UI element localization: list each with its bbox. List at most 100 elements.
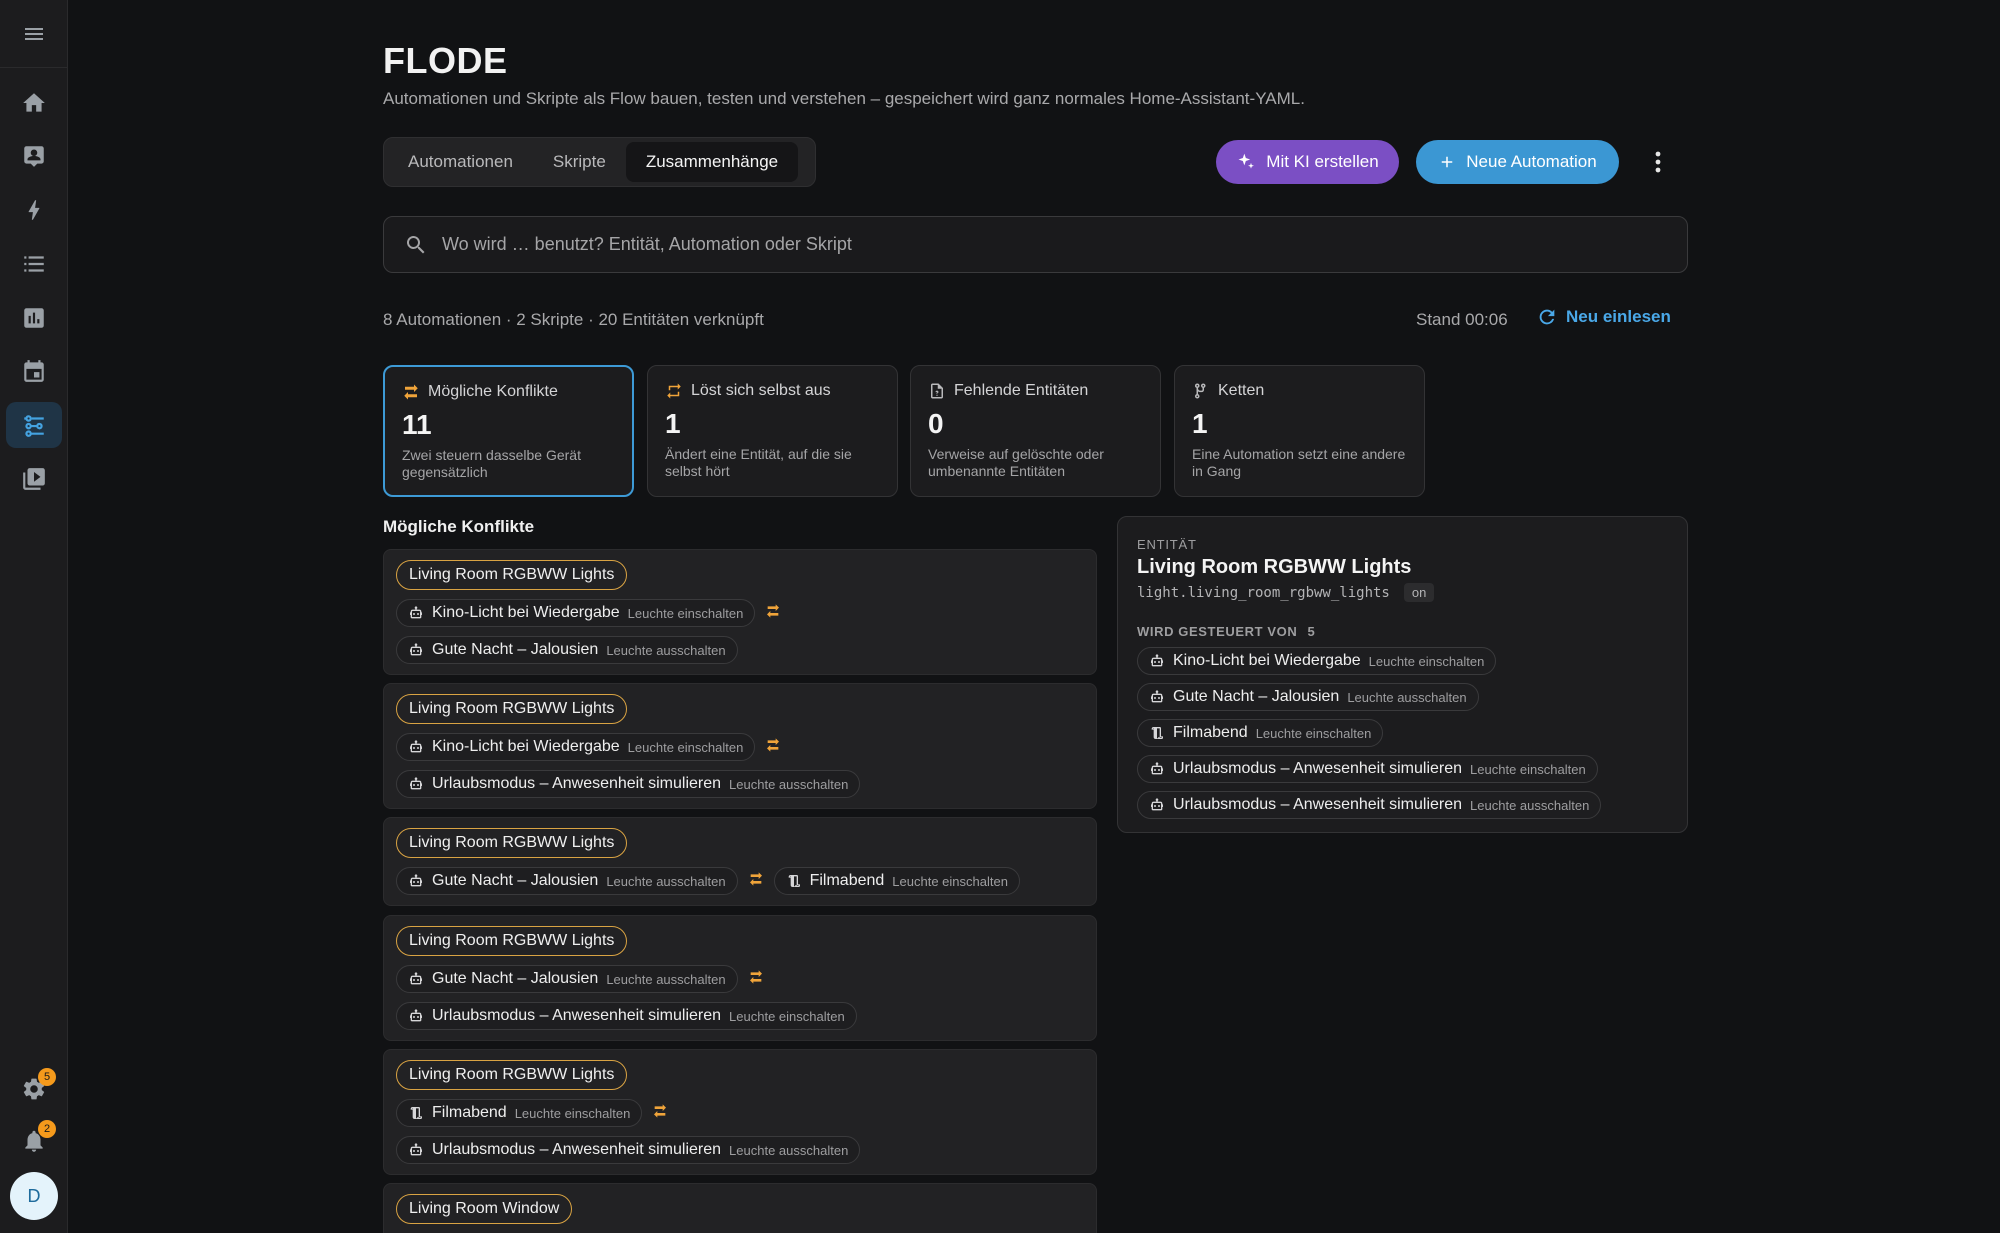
controller-action: Leuchte ausschalten	[1347, 689, 1467, 705]
menu-button[interactable]	[0, 0, 68, 68]
card-self-trigger[interactable]: Löst sich selbst aus 1 Ändert eine Entit…	[647, 365, 898, 497]
lightning-icon	[28, 200, 40, 220]
controller-action: Leuchte einschalten	[1255, 725, 1372, 741]
card-chains-title: Ketten	[1218, 382, 1265, 399]
new-automation-label: Neue Automation	[1466, 152, 1597, 171]
robot-icon	[410, 606, 422, 619]
automation-chip[interactable]: Gute Nacht – Jalousien Leuchte ausschalt…	[396, 636, 738, 664]
card-self-trigger-title: Löst sich selbst aus	[691, 382, 831, 399]
more-vertical-icon	[1655, 151, 1661, 173]
sidebar-item-settings[interactable]: 5	[6, 1066, 62, 1112]
branch-icon	[1194, 383, 1206, 399]
controller-action: Leuchte ausschalten	[1470, 797, 1590, 813]
automation-chip[interactable]: Gute Nacht – Jalousien Leuchte ausschalt…	[396, 867, 738, 895]
last-update-time: Stand 00:06	[1416, 310, 1508, 329]
card-conflicts[interactable]: Mögliche Konflikte 11 Zwei steuern dasse…	[383, 365, 634, 497]
controller-chip[interactable]: Gute Nacht – Jalousien Leuchte ausschalt…	[1137, 683, 1479, 711]
script-chip[interactable]: Filmabend Leuchte einschalten	[396, 1099, 643, 1127]
tab-zusammenhaenge[interactable]: Zusammenhänge	[625, 142, 799, 182]
more-options-button[interactable]	[1644, 146, 1672, 178]
controlled-by-count: 5	[1307, 624, 1316, 639]
search-input[interactable]	[442, 234, 1642, 255]
stats-summary: 8 Automationen · 2 Skripte · 20 Entitäte…	[383, 310, 764, 329]
card-chains-value: 1	[1192, 408, 1208, 439]
script-chip[interactable]: Filmabend Leuchte einschalten	[773, 867, 1020, 895]
automation-name: Urlaubsmodus – Anwesenheit simulieren	[432, 1141, 722, 1158]
entity-chip[interactable]: Living Room RGBWW Lights	[396, 560, 628, 590]
avatar[interactable]: D	[10, 1172, 58, 1220]
page-subtitle: Automationen und Skripte als Flow bauen,…	[383, 89, 1305, 108]
automation-action: Leuchte einschalten	[627, 739, 744, 755]
person-card-icon	[24, 146, 44, 167]
script-icon	[410, 1107, 422, 1119]
script-action: Leuchte einschalten	[892, 873, 1008, 889]
conflicts-section-title: Mögliche Konflikte	[383, 517, 535, 536]
sidebar-item-media[interactable]	[6, 456, 62, 502]
entity-chip[interactable]: Living Room Window	[396, 1194, 573, 1224]
sidebar-item-notifications[interactable]: 2	[6, 1118, 62, 1164]
tab-skripte[interactable]: Skripte	[533, 142, 626, 182]
entity-chip[interactable]: Living Room RGBWW Lights	[396, 828, 628, 858]
automation-name: Gute Nacht – Jalousien	[432, 872, 599, 889]
sidebar-item-energy[interactable]	[6, 187, 62, 233]
sparkle-icon	[1238, 153, 1255, 169]
conflict-swap-icon	[748, 969, 764, 989]
controlled-by-heading: WIRD GESTEUERT VON 5	[1137, 624, 1668, 639]
automation-action: Leuchte ausschalten	[729, 1142, 849, 1158]
robot-icon	[410, 643, 422, 656]
new-automation-button[interactable]: Neue Automation	[1416, 140, 1619, 184]
entity-detail-panel: ENTITÄT Living Room RGBWW Lights light.l…	[1117, 516, 1688, 833]
controller-chip[interactable]: Filmabend Leuchte einschalten	[1137, 719, 1384, 747]
tab-automationen[interactable]: Automationen	[388, 142, 533, 182]
robot-icon	[410, 1143, 422, 1156]
card-missing-value: 0	[928, 408, 944, 439]
automation-chip[interactable]: Urlaubsmodus – Anwesenheit simulieren Le…	[396, 1002, 857, 1030]
script-name: Filmabend	[432, 1104, 507, 1121]
controller-chip[interactable]: Urlaubsmodus – Anwesenheit simulieren Le…	[1137, 755, 1598, 783]
sidebar-item-flode[interactable]	[6, 402, 62, 448]
entity-chip[interactable]: Living Room RGBWW Lights	[396, 926, 628, 956]
automation-chip[interactable]: Urlaubsmodus – Anwesenheit simulieren Le…	[396, 1136, 861, 1164]
sidebar-item-history[interactable]	[6, 295, 62, 341]
controller-chip[interactable]: Urlaubsmodus – Anwesenheit simulieren Le…	[1137, 791, 1602, 819]
automation-chip[interactable]: Kino-Licht bei Wiedergabe Leuchte einsch…	[396, 733, 756, 761]
robot-icon	[410, 1009, 422, 1022]
script-icon	[788, 875, 800, 887]
card-self-trigger-value: 1	[665, 408, 681, 439]
conflict-swap-icon	[748, 871, 764, 891]
panel-kicker: ENTITÄT	[1137, 537, 1197, 552]
entity-chip[interactable]: Living Room RGBWW Lights	[396, 1060, 628, 1090]
card-chains[interactable]: Ketten 1 Eine Automation setzt eine ande…	[1174, 365, 1425, 497]
entity-id: light.living_room_rgbww_lights	[1137, 584, 1390, 601]
entity-chip[interactable]: Living Room RGBWW Lights	[396, 694, 628, 724]
automation-name: Kino-Licht bei Wiedergabe	[432, 738, 620, 755]
automation-chip[interactable]: Urlaubsmodus – Anwesenheit simulieren Le…	[396, 770, 861, 798]
sidebar-item-calendar[interactable]	[6, 348, 62, 394]
conflict-group: Living Room RGBWW Lights Filmabend Leuch…	[383, 1049, 1097, 1175]
robot-icon	[1151, 762, 1163, 775]
sidebar-item-person[interactable]	[6, 133, 62, 179]
reload-button[interactable]: Neu einlesen	[1536, 306, 1671, 328]
entity-state-badge: on	[1403, 583, 1435, 602]
card-conflicts-desc: Zwei steuern dasselbe Gerät gegensätzlic…	[402, 447, 581, 480]
ai-create-button[interactable]: Mit KI erstellen	[1216, 140, 1399, 184]
swap-icon	[404, 384, 418, 400]
search-box	[383, 216, 1688, 273]
settings-badge: 5	[38, 1068, 56, 1086]
search-icon	[406, 235, 425, 253]
controller-action: Leuchte einschalten	[1470, 761, 1586, 777]
automation-chip[interactable]: Kino-Licht bei Wiedergabe Leuchte einsch…	[396, 599, 756, 627]
controller-chip[interactable]: Kino-Licht bei Wiedergabe Leuchte einsch…	[1137, 647, 1497, 675]
automation-action: Leuchte ausschalten	[606, 873, 726, 889]
sidebar-item-logbook[interactable]	[6, 241, 62, 287]
robot-icon	[410, 874, 422, 887]
sidebar-item-home[interactable]	[6, 80, 62, 126]
automation-chip[interactable]: Gute Nacht – Jalousien Leuchte ausschalt…	[396, 965, 738, 993]
card-conflicts-value: 11	[402, 409, 432, 440]
card-conflicts-title: Mögliche Konflikte	[428, 383, 558, 400]
automation-action: Leuchte einschalten	[627, 605, 744, 621]
card-missing-entities[interactable]: Fehlende Entitäten 0 Verweise auf gelösc…	[910, 365, 1161, 497]
refresh-icon	[1539, 309, 1555, 325]
ai-create-label: Mit KI erstellen	[1266, 152, 1379, 171]
media-icon	[23, 468, 45, 490]
